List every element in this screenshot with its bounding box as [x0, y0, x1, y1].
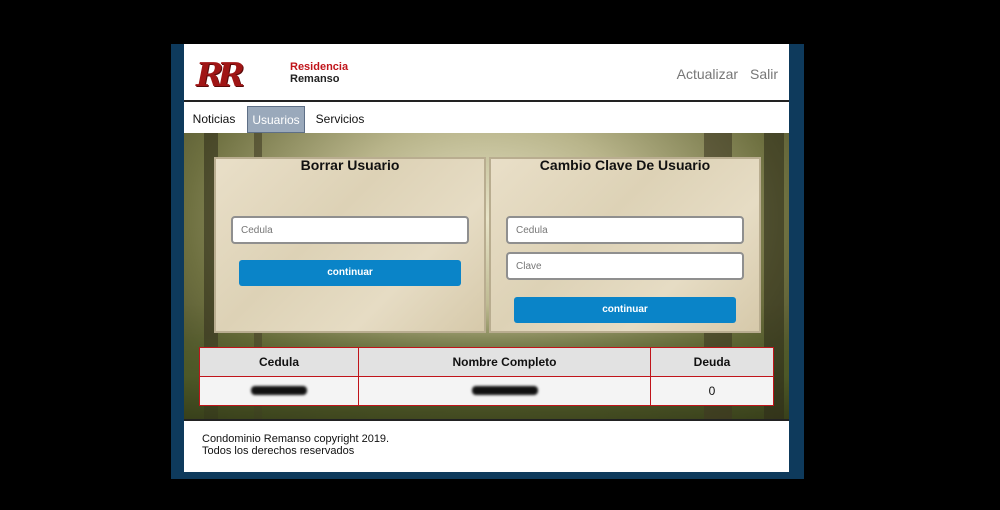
- delete-continue-button[interactable]: continuar: [239, 260, 461, 286]
- redacted-nombre: [471, 386, 538, 395]
- change-clave-field[interactable]: [506, 252, 744, 280]
- change-password-title: Cambio Clave De Usuario: [539, 157, 711, 173]
- top-links: Actualizar Salir: [669, 66, 778, 82]
- refresh-link[interactable]: Actualizar: [677, 66, 738, 82]
- change-password-panel: Cambio Clave De Usuario continuar: [489, 157, 761, 333]
- delete-user-panel: Borrar Usuario continuar: [214, 157, 486, 333]
- logout-link[interactable]: Salir: [750, 66, 778, 82]
- delete-cedula-field[interactable]: [231, 216, 469, 244]
- nav-item-usuarios[interactable]: Usuarios: [247, 106, 305, 133]
- col-header-nombre: Nombre Completo: [358, 347, 651, 377]
- cell-nombre: [358, 376, 651, 406]
- footer-copyright: Condominio Remanso copyright 2019.: [202, 433, 390, 445]
- cell-deuda: 0: [650, 376, 774, 406]
- delete-user-title: Borrar Usuario: [300, 157, 400, 173]
- header: RR Residencia Remanso Actualizar Salir: [184, 44, 789, 100]
- page: RR Residencia Remanso Actualizar Salir N…: [184, 44, 789, 472]
- logo-line2: Remanso: [290, 73, 340, 85]
- users-table: Cedula Nombre Completo Deuda 0: [199, 347, 774, 406]
- logo-mark: RR: [196, 55, 245, 94]
- logo[interactable]: RR Residencia Remanso: [196, 58, 356, 92]
- table-row[interactable]: 0: [199, 376, 774, 406]
- footer: Condominio Remanso copyright 2019. Todos…: [184, 419, 789, 472]
- col-header-deuda: Deuda: [650, 347, 774, 377]
- nav-bar: Noticias Usuarios Servicios: [184, 100, 789, 135]
- change-cedula-field[interactable]: [506, 216, 744, 244]
- content-area: Borrar Usuario continuar Cambio Clave De…: [184, 133, 789, 419]
- nav-item-noticias[interactable]: Noticias: [188, 106, 240, 133]
- change-continue-button[interactable]: continuar: [514, 297, 736, 323]
- logo-line1: Residencia: [290, 61, 349, 73]
- footer-rights: Todos los derechos reservados: [202, 445, 355, 457]
- nav-item-servicios[interactable]: Servicios: [312, 106, 368, 133]
- cell-cedula: [199, 376, 359, 406]
- col-header-cedula: Cedula: [199, 347, 359, 377]
- redacted-cedula: [251, 386, 307, 395]
- footer-text: Condominio Remanso copyright 2019. Todos…: [202, 433, 389, 457]
